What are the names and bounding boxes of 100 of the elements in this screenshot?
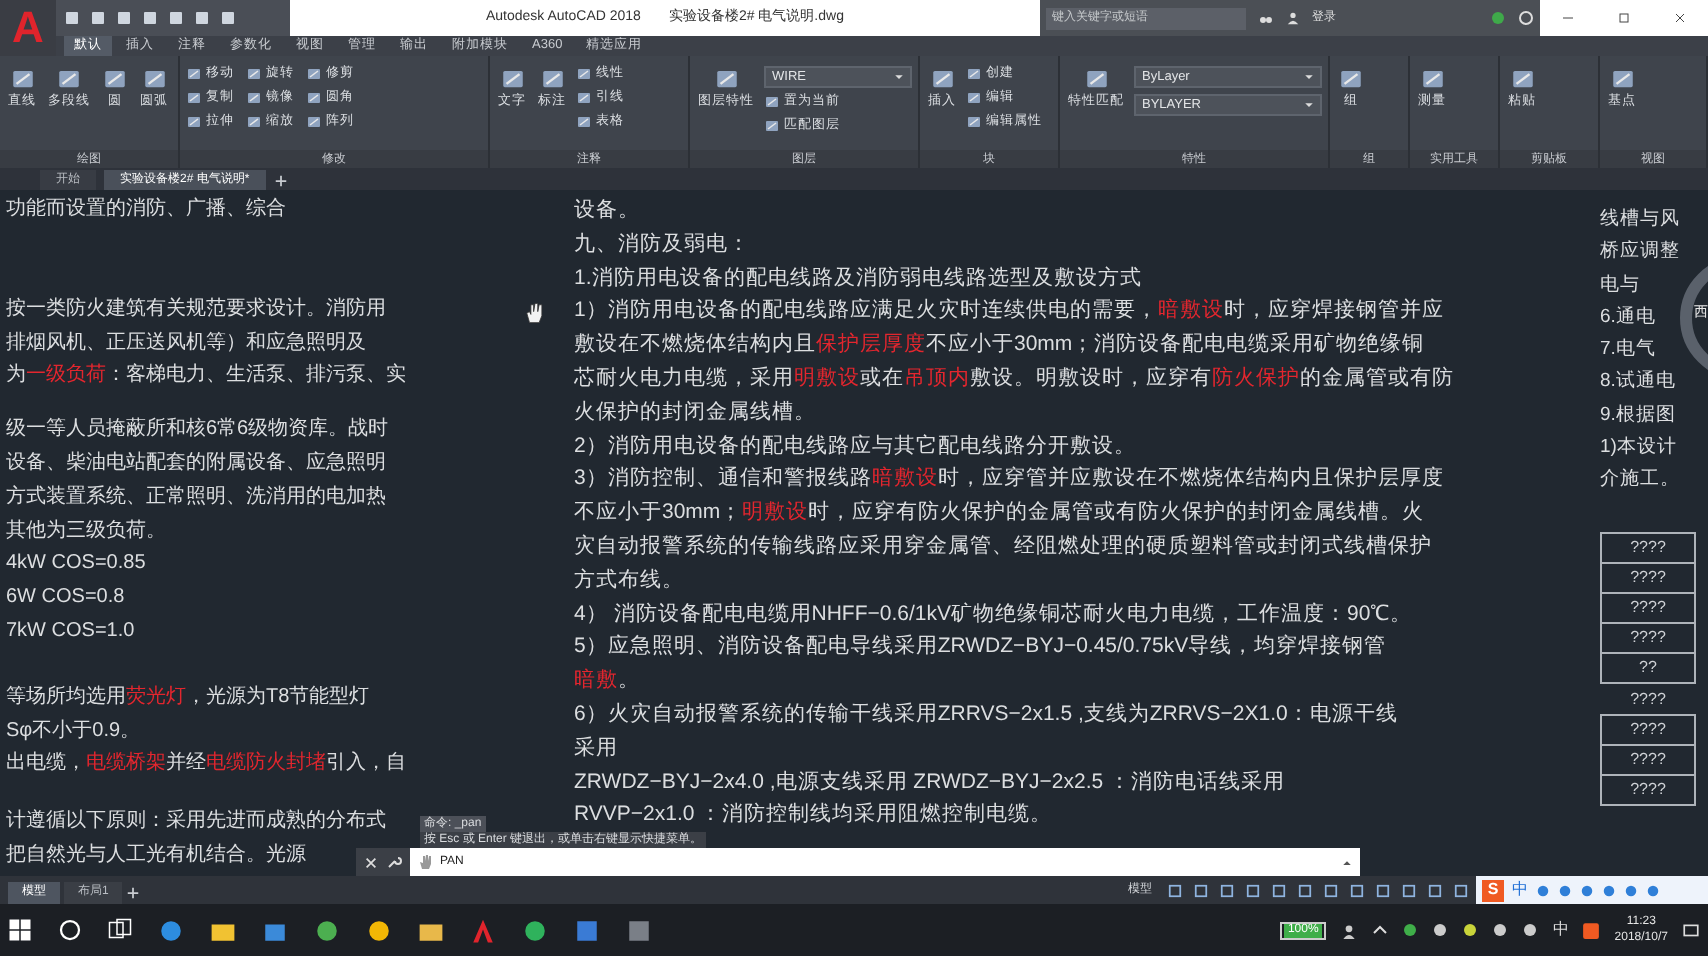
- text-line: 设备、柴油电站配套的附属设备、应急照明: [6, 449, 386, 478]
- tool-icon: [186, 90, 202, 106]
- tool-icon: [1338, 66, 1364, 92]
- maximize-icon: [1616, 10, 1632, 26]
- letter-a-icon[interactable]: [470, 917, 496, 943]
- tool-icon: [966, 90, 982, 106]
- text-line: 出电缆，电缆桥架并经电缆防火封堵引入，自: [6, 749, 406, 779]
- plus-icon[interactable]: [126, 886, 141, 900]
- tool-icon: [246, 114, 262, 130]
- hand-icon: [418, 854, 434, 870]
- table-cell: ????: [1600, 622, 1696, 654]
- text-line: 5）应急照明、消防设备配电导线采用ZRWDZ−BYJ−0.45/0.75kV导线，均穿焊接钢管: [574, 632, 1389, 663]
- text-line: 8.试通电: [1600, 368, 1676, 397]
- text-line: 采用: [574, 733, 620, 764]
- tool-icon: [102, 66, 128, 92]
- square-icon[interactable]: [626, 917, 652, 943]
- text-line: 方式装置系统、正常照明、洗消用的电加热: [6, 483, 386, 512]
- tool-icon: [713, 66, 739, 92]
- tool-icon: [246, 66, 262, 82]
- search-icon[interactable]: [58, 918, 82, 942]
- windows-logo-icon[interactable]: [8, 918, 32, 942]
- text-line: 1.消防用电设备的配电线路及消防弱电线路选型及敷设方式: [574, 263, 1144, 294]
- text-line: Sφ不小于0.9。: [6, 717, 141, 746]
- tool-icon: [929, 66, 955, 92]
- text-line: 1）消防用电设备的配电线路应满足火灾时连续供电的需要，暗敷设时，应穿焊接钢管并应: [574, 296, 1446, 327]
- tool-icon: [246, 90, 262, 106]
- text-line: 方式布线。: [574, 565, 686, 596]
- text-line: 6.通电: [1600, 303, 1656, 332]
- caret-icon: [1342, 857, 1352, 867]
- wrench-icon[interactable]: [386, 854, 402, 870]
- notification-icon[interactable]: [1682, 921, 1700, 939]
- text-line: 暗敷。: [574, 666, 642, 697]
- user-icon[interactable]: [1286, 10, 1300, 26]
- input-method-indicator[interactable]: 中: [1552, 918, 1569, 942]
- tool-icon: [764, 94, 780, 110]
- tool-icon: [9, 66, 35, 92]
- text-line: 按一类防火建筑有关规范要求设计。消防用: [6, 295, 386, 324]
- text-line: 九、消防及弱电：: [574, 229, 752, 260]
- text-line: 芯耐火电力电缆，采用明敷设或在吊顶内敷设。明敷设时，应穿有防火保护的金属管或有防: [574, 363, 1454, 394]
- text-line: 1)本设计: [1600, 434, 1677, 463]
- tool-icon: [499, 66, 525, 92]
- table-cell: ??: [1600, 652, 1696, 684]
- square-icon[interactable]: [574, 917, 600, 943]
- text-line: 排烟风机、正压送风机等）和应急照明及: [6, 329, 366, 358]
- text-line: 线槽与风: [1600, 206, 1680, 234]
- tool-icon: [1509, 66, 1535, 92]
- close-icon: [1672, 10, 1688, 26]
- chevron-up-icon[interactable]: [1372, 922, 1389, 938]
- tool-icon: [966, 66, 982, 82]
- text-line: 电与: [1600, 271, 1640, 300]
- caret-icon: [1304, 72, 1314, 82]
- text-line: 7.电气: [1600, 336, 1656, 365]
- caret-icon: [1304, 100, 1314, 110]
- table-cell: ????: [1600, 774, 1696, 806]
- table-cell: ????: [1600, 592, 1696, 624]
- text-line: ZRWDZ−BYJ−2x4.0 ,电源支线采用 ZRWDZ−BYJ−2x2.5 ：消防电话线采用: [574, 767, 1288, 798]
- tool-icon: [186, 66, 202, 82]
- tool-icon: [966, 114, 982, 130]
- text-line: 其他为三级负荷。: [6, 517, 166, 546]
- text-line: 2）消防用电设备的配电线路应与其它配电线路分开敷设。: [574, 431, 1138, 462]
- text-line: 级一等人员掩蔽所和核6常6级物资库。战时: [6, 415, 389, 445]
- tool-icon: [539, 66, 565, 92]
- caret-icon: [894, 72, 904, 82]
- table-cell: ????: [1600, 714, 1696, 746]
- text-line: 把自然光与人工光有机结合。光源: [6, 841, 306, 870]
- tool-icon: [1419, 66, 1445, 92]
- tool-icon: [764, 118, 780, 134]
- text-line: 为一级负荷：客梯电力、生活泵、排污泵、实: [6, 361, 406, 391]
- text-line: 等场所均选用荧光灯，光源为T8节能型灯: [6, 683, 370, 712]
- tool-icon: [1609, 66, 1635, 92]
- ime-mode[interactable]: 中: [1512, 878, 1528, 902]
- text-line: 桥应调整: [1600, 238, 1680, 267]
- text-line: 火保护的封闭金属线槽。: [574, 397, 818, 428]
- tool-icon: [576, 114, 592, 130]
- tool-icon: [56, 66, 82, 92]
- table-cell: ????: [1600, 532, 1696, 564]
- hand-cursor-icon: [524, 300, 546, 326]
- text-line: 3）消防控制、通信和警报线路暗敷设时，应穿管并应敷设在不燃烧体结构内且保护层厚度: [574, 464, 1446, 495]
- tool-icon: [576, 66, 592, 82]
- text-line: RVVP−2x1.0 ：消防控制线均采用阻燃控制电缆。: [574, 800, 1055, 831]
- table-cell-text: ????: [1628, 688, 1668, 712]
- text-line: 4） 消防设备配电电缆用NHFF−0.6/1kV矿物绝缘铜芯耐火电力电缆，工作温度：90℃。: [574, 599, 1415, 630]
- text-line: 功能而设置的消防、广播、综合: [6, 195, 286, 224]
- text-line: 7kW COS=1.0: [6, 617, 135, 646]
- circle-icon[interactable]: [366, 917, 392, 943]
- text-line: 6W COS=0.8: [6, 584, 125, 613]
- text-line: 9.根据图: [1600, 401, 1676, 430]
- text-line: 介施工。: [1600, 466, 1680, 495]
- text-line: 4kW COS=0.85: [6, 550, 146, 579]
- circle-icon[interactable]: [522, 917, 548, 943]
- plus-icon[interactable]: [273, 174, 288, 188]
- text-line: 计遵循以下原则：采用先进而成熟的分布式: [6, 807, 386, 837]
- table-cell: ????: [1600, 562, 1696, 594]
- tool-icon: [141, 66, 167, 92]
- table-cell: ????: [1600, 744, 1696, 776]
- text-line: 设备。: [574, 196, 642, 226]
- close-icon[interactable]: [364, 855, 378, 869]
- tool-icon: [186, 114, 202, 130]
- task-view-icon[interactable]: [108, 918, 132, 942]
- text-line: 灾自动报警系统的传输线路应采用穿金属管、经阻燃处理的硬质塑料管或封闭式线槽保护: [574, 531, 1434, 562]
